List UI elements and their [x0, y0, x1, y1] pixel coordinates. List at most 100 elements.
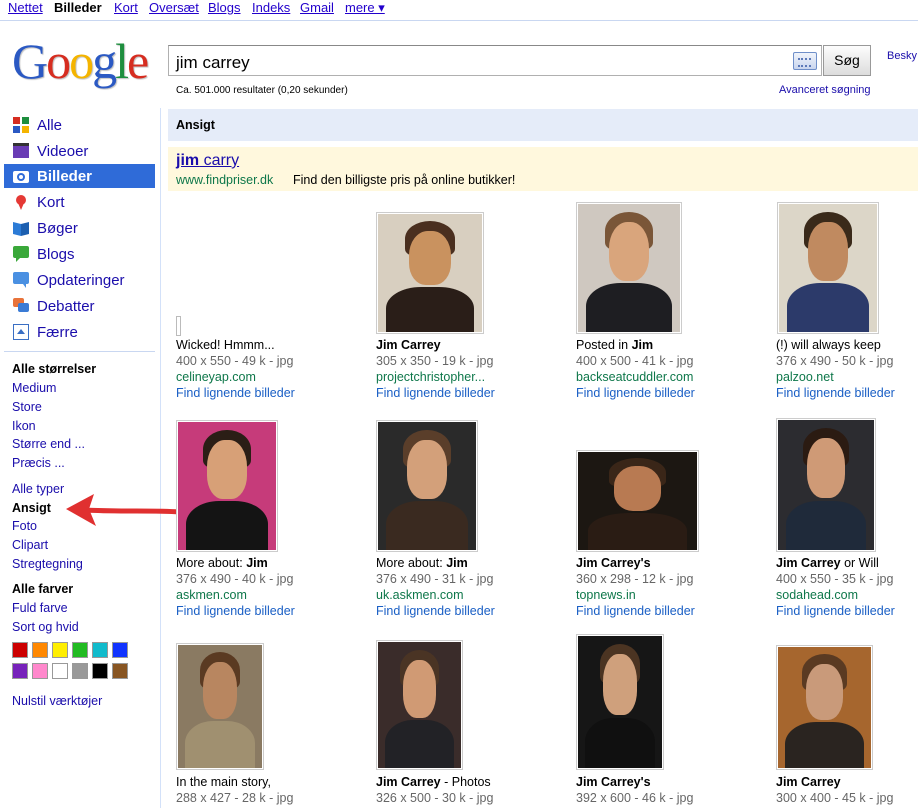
- type-stregtegning[interactable]: Stregtegning: [12, 557, 83, 571]
- color-swatch[interactable]: [52, 663, 68, 679]
- reset-tools-link[interactable]: Nulstil værktøjer: [12, 694, 102, 708]
- type-foto[interactable]: Foto: [12, 519, 37, 533]
- section-header-title: Ansigt: [176, 118, 215, 132]
- find-similar-link[interactable]: Find lignende billeder: [376, 604, 495, 618]
- result-caption: Jim Carrey - Photos: [376, 775, 491, 789]
- result-caption: In the main story,: [176, 775, 271, 789]
- topnav-blogs[interactable]: Blogs: [208, 0, 241, 15]
- advanced-search-link[interactable]: Avanceret søgning: [779, 84, 871, 96]
- topnav-nettet[interactable]: Nettet: [8, 0, 43, 15]
- topnav-mere[interactable]: mere ▾: [345, 0, 385, 16]
- size-ikon[interactable]: Ikon: [12, 419, 36, 433]
- logo-letter: o: [46, 33, 71, 89]
- search-query[interactable]: jim carrey: [176, 53, 250, 73]
- map-pin-icon: [16, 195, 26, 210]
- sidebar-item-faerre[interactable]: Færre: [4, 320, 155, 344]
- search-button[interactable]: Søg: [823, 45, 871, 76]
- result-thumbnail[interactable]: [576, 202, 682, 334]
- photo-figure-face: [808, 221, 848, 281]
- result-thumbnail[interactable]: [576, 634, 664, 770]
- video-icon: [13, 143, 29, 158]
- caption-bold: Jim: [446, 556, 468, 570]
- result-source-url: celineyap.com: [176, 370, 256, 384]
- color-sort-og-hvid[interactable]: Sort og hvid: [12, 620, 79, 634]
- result-thumbnail[interactable]: [776, 418, 876, 552]
- photo-figure-body: [185, 501, 269, 550]
- size-praecis[interactable]: Præcis ...: [12, 456, 65, 470]
- result-thumbnail[interactable]: [376, 640, 463, 770]
- search-input[interactable]: jim carrey: [168, 45, 822, 76]
- find-similar-link[interactable]: Find lignende billeder: [776, 386, 895, 400]
- sidebar-item-debatter[interactable]: Debatter: [4, 294, 155, 318]
- color-swatch[interactable]: [92, 642, 108, 658]
- find-similar-link[interactable]: Find lignende billeder: [376, 386, 495, 400]
- sidebar-item-kort[interactable]: Kort: [4, 190, 155, 214]
- result-thumbnail[interactable]: [776, 645, 873, 770]
- color-swatch[interactable]: [112, 663, 128, 679]
- result-caption: Jim Carrey's: [576, 556, 651, 570]
- color-heading: Alle farver: [12, 582, 74, 596]
- caption-bold: Jim Carrey's: [576, 775, 651, 789]
- result-thumbnail[interactable]: [376, 212, 484, 334]
- sidebar-item-videoer[interactable]: Videoer: [4, 139, 155, 163]
- color-swatch[interactable]: [92, 663, 108, 679]
- sidebar-item-label: Videoer: [37, 143, 89, 160]
- result-meta: 400 x 550 - 35 k - jpg: [776, 572, 894, 586]
- color-swatch[interactable]: [72, 663, 88, 679]
- top-nav: Nettet Billeder Kort Oversæt Blogs Indek…: [0, 0, 918, 21]
- sidebar-item-alle[interactable]: Alle: [4, 113, 155, 137]
- color-swatch[interactable]: [112, 642, 128, 658]
- find-similar-link[interactable]: Find lignende billeder: [176, 386, 295, 400]
- keyboard-icon[interactable]: [793, 52, 817, 70]
- topnav-oversaet[interactable]: Oversæt: [149, 0, 199, 15]
- google-logo[interactable]: Google: [12, 33, 149, 89]
- color-swatch[interactable]: [12, 663, 28, 679]
- topnav-gmail[interactable]: Gmail: [300, 0, 334, 15]
- sidebar-item-billeder[interactable]: Billeder: [4, 164, 155, 188]
- sidebar-item-label: Færre: [37, 324, 78, 341]
- result-thumbnail[interactable]: [777, 202, 879, 334]
- result-source-url: uk.askmen.com: [376, 588, 464, 602]
- find-similar-link[interactable]: Find lignende billeder: [176, 604, 295, 618]
- result-thumbnail[interactable]: [576, 450, 699, 552]
- sidebar-item-label: Billeder: [37, 168, 93, 185]
- size-medium[interactable]: Medium: [12, 381, 56, 395]
- result-thumbnail[interactable]: [376, 420, 478, 552]
- result-thumbnail[interactable]: [176, 420, 278, 552]
- sidebar-item-blogs[interactable]: Blogs: [4, 242, 155, 266]
- sponsored-ad: jim carry www.findpriser.dk Find den bil…: [168, 147, 918, 191]
- result-thumbnail[interactable]: [176, 643, 264, 770]
- find-similar-link[interactable]: Find lignende billeder: [776, 604, 895, 618]
- result-meta: 400 x 550 - 49 k - jpg: [176, 354, 294, 368]
- type-alle-typer[interactable]: Alle typer: [12, 482, 64, 496]
- size-store[interactable]: Store: [12, 400, 42, 414]
- result-source-url: sodahead.com: [776, 588, 859, 602]
- color-swatch[interactable]: [32, 663, 48, 679]
- result-source-url: backseatcuddler.com: [576, 370, 694, 384]
- size-storre-end[interactable]: Større end ...: [12, 437, 85, 451]
- topnav-indeks[interactable]: Indeks: [252, 0, 290, 15]
- color-swatch[interactable]: [72, 642, 88, 658]
- find-similar-link[interactable]: Find lignende billeder: [576, 604, 695, 618]
- sidebar-item-label: Alle: [37, 117, 63, 134]
- photo-figure-face: [207, 439, 247, 499]
- type-clipart[interactable]: Clipart: [12, 538, 48, 552]
- result-meta: 376 x 490 - 50 k - jpg: [776, 354, 894, 368]
- section-header: Ansigt: [168, 109, 918, 141]
- sidebar-item-opdateringer[interactable]: Opdateringer: [4, 268, 155, 292]
- photo-figure-face: [203, 662, 237, 719]
- color-fuld-farve[interactable]: Fuld farve: [12, 601, 68, 615]
- broken-image-placeholder[interactable]: [176, 316, 181, 336]
- caption-bold: Jim Carrey: [376, 775, 441, 789]
- sidebar-item-boger[interactable]: Bøger: [4, 216, 155, 240]
- besky-link[interactable]: Besky: [887, 50, 917, 62]
- find-similar-link[interactable]: Find lignende billeder: [576, 386, 695, 400]
- color-swatch[interactable]: [52, 642, 68, 658]
- caption-text: (!) will always keep: [776, 338, 881, 352]
- result-caption: Posted in Jim: [576, 338, 653, 352]
- color-swatch[interactable]: [32, 642, 48, 658]
- ad-title[interactable]: jim carry: [176, 152, 239, 170]
- topnav-kort[interactable]: Kort: [114, 0, 138, 15]
- result-source-url: palzoo.net: [776, 370, 834, 384]
- color-swatch[interactable]: [12, 642, 28, 658]
